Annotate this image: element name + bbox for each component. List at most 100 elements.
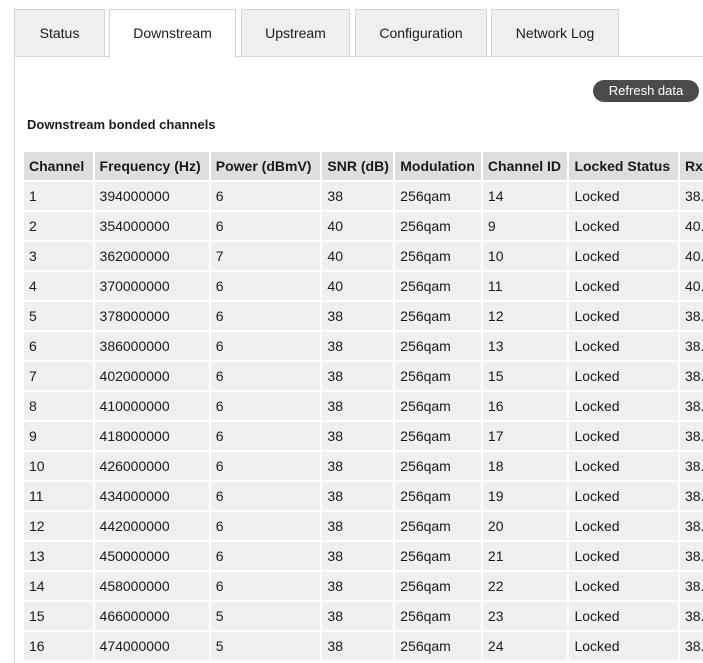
table-cell: 38 [322,302,394,330]
table-cell: Locked [569,392,678,420]
table-cell: 22 [482,572,568,600]
table-cell: 6 [210,482,321,510]
tab-upstream[interactable]: Upstream [241,9,350,56]
content-frame-border [14,56,15,663]
table-cell: 38 [322,542,394,570]
table-row: 7402000000638256qam15Locked38.98 [24,362,703,390]
table-cell: 362000000 [94,242,209,270]
table-cell: 17 [482,422,568,450]
downstream-table-container: Channel Frequency (Hz) Power (dBmV) SNR (dB… [24,152,703,663]
table-cell: 38.98 [679,422,703,450]
table-cell: 6 [210,272,321,300]
downstream-channels-table: Channel Frequency (Hz) Power (dBmV) SNR (dB… [24,152,703,662]
table-cell: 19 [482,482,568,510]
table-cell: 40.36 [679,242,703,270]
table-row: 6386000000638256qam13Locked38.60 [24,332,703,360]
table-cell: 256qam [395,302,481,330]
table-cell: 474000000 [94,632,209,660]
table-cell: 256qam [395,422,481,450]
table-cell: 38 [322,482,394,510]
table-row: 11434000000638256qam19Locked38.60 [24,482,703,510]
table-cell: 7 [24,362,93,390]
table-cell: 458000000 [94,572,209,600]
table-cell: Locked [569,212,678,240]
table-cell: 256qam [395,392,481,420]
table-cell: Locked [569,542,678,570]
table-cell: 442000000 [94,512,209,540]
table-row: 13450000000638256qam21Locked38.98 [24,542,703,570]
table-cell: 11 [24,482,93,510]
table-cell: 38 [322,512,394,540]
table-cell: 402000000 [94,362,209,390]
table-row: 15466000000538256qam23Locked38.98 [24,602,703,630]
table-cell: 38.98 [679,392,703,420]
table-cell: 256qam [395,512,481,540]
refresh-data-button[interactable]: Refresh data [593,80,699,102]
table-cell: 9 [482,212,568,240]
table-cell: Locked [569,242,678,270]
table-cell: 38 [322,572,394,600]
table-row: 9418000000638256qam17Locked38.98 [24,422,703,450]
tab-downstream[interactable]: Downstream [109,9,236,58]
table-cell: 40.94 [679,212,703,240]
table-cell: 6 [210,302,321,330]
table-cell: 466000000 [94,602,209,630]
table-cell: 15 [482,362,568,390]
column-header: Power (dBmV) [210,152,321,180]
table-cell: 8 [24,392,93,420]
tab-network-log[interactable]: Network Log [491,9,619,56]
table-cell: 5 [210,632,321,660]
table-cell: 38.98 [679,182,703,210]
table-cell: 38.98 [679,542,703,570]
table-cell: 18 [482,452,568,480]
table-cell: 4 [24,272,93,300]
table-row: 12442000000638256qam20Locked38.60 [24,512,703,540]
table-cell: 418000000 [94,422,209,450]
table-cell: 5 [24,302,93,330]
table-header-row: Channel Frequency (Hz) Power (dBmV) SNR (dB… [24,152,703,180]
table-row: 3362000000740256qam10Locked40.36 [24,242,703,270]
table-cell: Locked [569,452,678,480]
table-cell: 256qam [395,272,481,300]
table-cell: 5 [210,602,321,630]
tab-status[interactable]: Status [14,9,105,56]
table-row: 4370000000640256qam11Locked40.36 [24,272,703,300]
table-cell: 2 [24,212,93,240]
table-cell: 38 [322,602,394,630]
table-cell: 15 [24,602,93,630]
table-cell: 38.60 [679,482,703,510]
table-cell: Locked [569,482,678,510]
table-cell: 1 [24,182,93,210]
table-cell: 6 [210,512,321,540]
table-cell: 14 [482,182,568,210]
tab-bar: Status Downstream Upstream Configuration… [0,0,703,58]
table-cell: 6 [210,182,321,210]
table-cell: Locked [569,632,678,660]
table-cell: 256qam [395,212,481,240]
table-cell: 386000000 [94,332,209,360]
column-header: Channel ID [482,152,568,180]
table-cell: 256qam [395,602,481,630]
table-cell: 6 [210,542,321,570]
table-cell: 10 [482,242,568,270]
table-cell: 6 [210,392,321,420]
table-cell: 38 [322,392,394,420]
table-cell: 6 [210,332,321,360]
table-row: 14458000000638256qam22Locked38.60 [24,572,703,600]
table-cell: 10 [24,452,93,480]
table-cell: 38.60 [679,332,703,360]
table-cell: 38 [322,332,394,360]
table-cell: 38 [322,182,394,210]
table-cell: 40 [322,242,394,270]
table-cell: 23 [482,602,568,630]
column-header: RxMER [679,152,703,180]
table-cell: 38 [322,422,394,450]
table-cell: 378000000 [94,302,209,330]
tab-configuration[interactable]: Configuration [355,9,487,56]
table-cell: 21 [482,542,568,570]
modem-status-page: Status Downstream Upstream Configuration… [0,0,703,663]
table-cell: 16 [24,632,93,660]
table-cell: 6 [210,212,321,240]
table-cell: 256qam [395,332,481,360]
table-cell: 13 [482,332,568,360]
